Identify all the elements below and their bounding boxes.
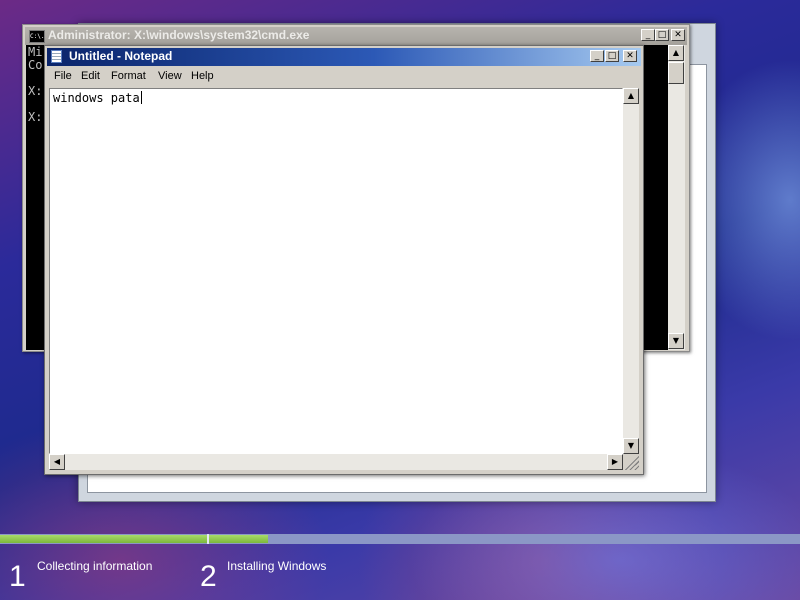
menu-help[interactable]: Help xyxy=(191,70,214,82)
notepad-close-button[interactable]: ✕ xyxy=(623,50,637,62)
notepad-horizontal-scrollbar[interactable]: ◀ ▶ xyxy=(49,454,623,470)
cmd-vertical-scrollbar[interactable]: ▲ ▼ xyxy=(668,45,685,350)
notepad-content: windows pata xyxy=(53,91,140,105)
step-label-2: Installing Windows xyxy=(227,559,327,573)
notepad-minimize-button[interactable]: _ xyxy=(590,50,604,62)
menu-format[interactable]: Format xyxy=(111,70,146,82)
command-prompt-icon: C:\. xyxy=(29,30,45,43)
notepad-title: Untitled - Notepad xyxy=(69,49,173,63)
cmd-titlebar[interactable]: C:\. Administrator: X:\windows\system32\… xyxy=(25,27,687,45)
notepad-menubar: File Edit Format View Help xyxy=(47,67,641,86)
notepad-scroll-right-button[interactable]: ▶ xyxy=(607,454,623,470)
step-number-1: 1 xyxy=(9,560,26,593)
notepad-scroll-up-button[interactable]: ▲ xyxy=(623,88,639,104)
menu-file[interactable]: File xyxy=(54,70,72,82)
cmd-maximize-button[interactable]: □ xyxy=(655,29,669,41)
progress-fill-step-2 xyxy=(209,535,268,543)
notepad-vertical-scrollbar[interactable]: ▲ ▼ xyxy=(623,88,639,454)
notepad-window[interactable]: Untitled - Notepad _ □ ✕ File Edit Forma… xyxy=(44,45,644,475)
cmd-minimize-button[interactable]: _ xyxy=(641,29,655,41)
step-label-1: Collecting information xyxy=(37,559,153,573)
cmd-title: Administrator: X:\windows\system32\cmd.e… xyxy=(48,28,310,42)
cmd-line: Co xyxy=(28,58,43,72)
cmd-scroll-down-button[interactable]: ▼ xyxy=(668,333,684,349)
notepad-text-area[interactable]: windows pata xyxy=(49,88,623,454)
notepad-maximize-button[interactable]: □ xyxy=(605,50,619,62)
menu-edit[interactable]: Edit xyxy=(81,70,100,82)
text-caret xyxy=(140,91,142,104)
notepad-icon xyxy=(51,50,62,63)
cmd-scroll-thumb[interactable] xyxy=(668,62,684,84)
cmd-line: X: xyxy=(28,84,43,98)
resize-grip[interactable] xyxy=(623,454,639,470)
notepad-scroll-down-button[interactable]: ▼ xyxy=(623,438,639,454)
menu-view[interactable]: View xyxy=(158,70,182,82)
notepad-titlebar[interactable]: Untitled - Notepad _ □ ✕ xyxy=(47,48,641,66)
cmd-scroll-up-button[interactable]: ▲ xyxy=(668,45,684,61)
notepad-scroll-left-button[interactable]: ◀ xyxy=(49,454,65,470)
cmd-close-button[interactable]: ✕ xyxy=(671,29,685,41)
cmd-line: X: xyxy=(28,110,43,124)
setup-progress-bar xyxy=(0,534,800,544)
progress-fill-step-1 xyxy=(0,535,207,543)
step-number-2: 2 xyxy=(200,560,217,593)
